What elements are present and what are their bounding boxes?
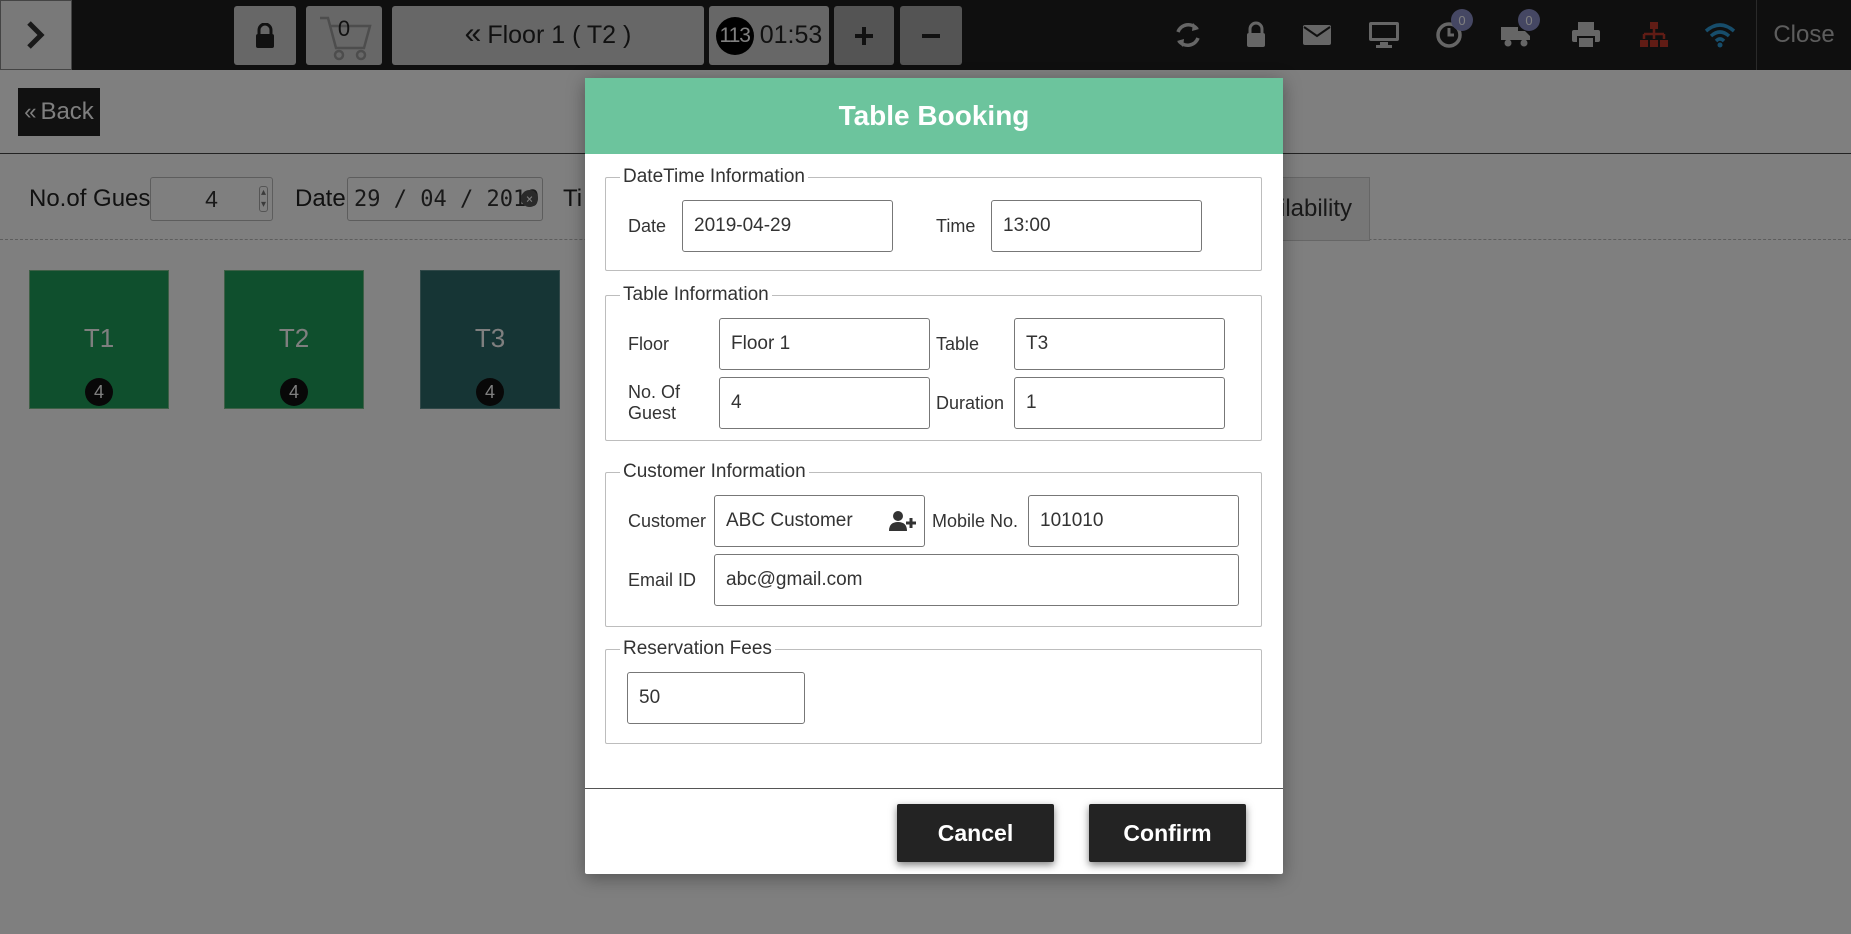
datetime-legend: DateTime Information: [623, 166, 805, 187]
add-customer-icon[interactable]: [888, 510, 916, 532]
mobile-field[interactable]: 101010: [1028, 495, 1239, 547]
cancel-button[interactable]: Cancel: [897, 804, 1054, 862]
email-field[interactable]: abc@gmail.com: [714, 554, 1239, 606]
guest-field-label-line2: Guest: [628, 403, 677, 423]
floor-field[interactable]: Floor 1: [719, 318, 930, 370]
duration-field-label: Duration: [936, 393, 1005, 413]
date-field-label: Date: [628, 216, 667, 236]
time-field-label: Time: [936, 216, 976, 236]
booking-date-field[interactable]: 2019-04-29: [682, 200, 893, 252]
table-info-legend: Table Information: [623, 284, 769, 305]
floor-field-label: Floor: [628, 334, 670, 354]
booking-time-field[interactable]: 13:00: [991, 200, 1202, 252]
table-field[interactable]: T3: [1014, 318, 1225, 370]
mobile-field-label: Mobile No.: [932, 511, 1019, 531]
footer-divider: [585, 788, 1283, 789]
customer-info-legend: Customer Information: [623, 461, 806, 482]
duration-field[interactable]: 1: [1014, 377, 1225, 429]
reservation-fee-field[interactable]: 50: [627, 672, 805, 724]
dialog-title: Table Booking: [585, 78, 1283, 154]
table-booking-dialog: Table Booking DateTime Information Date …: [585, 78, 1283, 874]
email-field-label: Email ID: [628, 570, 697, 590]
guest-field-label-line1: No. Of: [628, 382, 681, 402]
customer-value: ABC Customer: [726, 510, 853, 531]
customer-field[interactable]: ABC Customer: [714, 495, 925, 547]
table-field-label: Table: [936, 334, 980, 354]
guest-count-field[interactable]: 4: [719, 377, 930, 429]
customer-field-label: Customer: [628, 511, 707, 531]
confirm-button[interactable]: Confirm: [1089, 804, 1246, 862]
reservation-fees-legend: Reservation Fees: [623, 638, 772, 659]
